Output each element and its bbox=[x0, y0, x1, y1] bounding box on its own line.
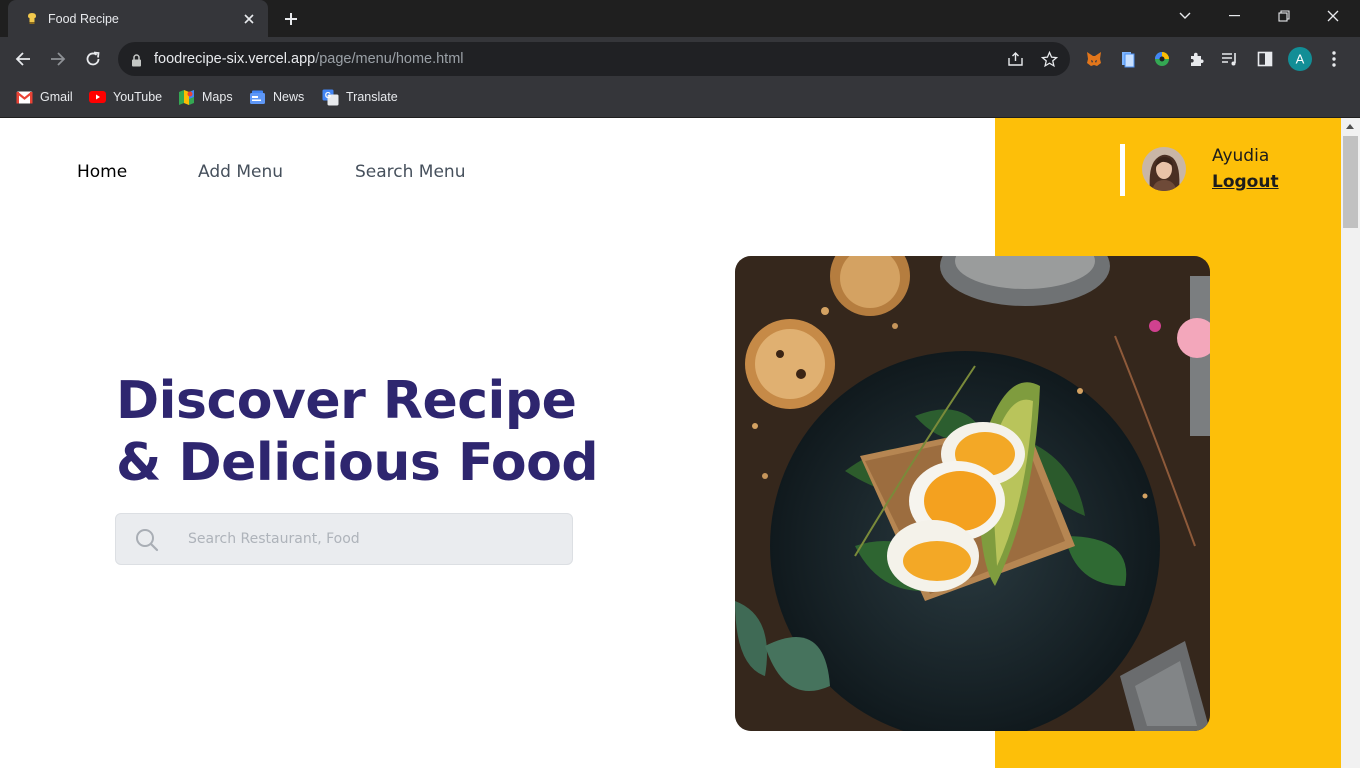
profile-initial: A bbox=[1296, 52, 1305, 67]
url-host: foodrecipe-six.vercel.app bbox=[154, 51, 316, 67]
chrome-menu-kebab-icon[interactable] bbox=[1321, 46, 1347, 72]
browser-tab-strip: Food Recipe bbox=[0, 0, 1360, 37]
gmail-icon bbox=[16, 89, 33, 106]
bookmark-label: Translate bbox=[346, 90, 398, 104]
share-icon[interactable] bbox=[1006, 50, 1024, 68]
search-bar[interactable] bbox=[115, 513, 573, 565]
reload-icon[interactable] bbox=[80, 46, 106, 72]
search-icon bbox=[134, 527, 160, 553]
news-icon bbox=[249, 89, 266, 106]
tab-close-icon[interactable] bbox=[240, 10, 258, 28]
hero-heading-line-1: Discover Recipe bbox=[116, 371, 577, 431]
nav-home[interactable]: Home bbox=[77, 162, 127, 182]
extensions-puzzle-icon[interactable] bbox=[1183, 46, 1209, 72]
tab-search-chevron-icon[interactable] bbox=[1162, 0, 1208, 32]
side-panel-icon[interactable] bbox=[1252, 46, 1278, 72]
close-window-icon[interactable] bbox=[1310, 0, 1356, 32]
lock-icon[interactable] bbox=[131, 52, 142, 71]
bookmarks-bar: Gmail YouTube Maps News G Translate bbox=[0, 81, 1360, 118]
browser-tab[interactable]: Food Recipe bbox=[8, 0, 268, 37]
browser-toolbar: foodrecipe-six.vercel.app/page/menu/home… bbox=[0, 37, 1360, 81]
svg-text:G: G bbox=[325, 91, 331, 100]
translate-icon: G bbox=[322, 89, 339, 106]
page-viewport: Home Add Menu Search Menu Ayudia Logout … bbox=[0, 118, 1360, 768]
document-extension-icon[interactable] bbox=[1115, 46, 1141, 72]
back-arrow-icon[interactable] bbox=[10, 46, 36, 72]
bookmark-star-icon[interactable] bbox=[1040, 50, 1058, 68]
color-extension-icon[interactable] bbox=[1149, 46, 1175, 72]
scroll-up-arrow-icon[interactable] bbox=[1346, 124, 1354, 129]
hero-heading: Discover Recipe & Delicious Food bbox=[116, 370, 599, 494]
address-bar[interactable]: foodrecipe-six.vercel.app/page/menu/home… bbox=[118, 42, 1070, 76]
profile-divider bbox=[1120, 144, 1125, 196]
bookmark-label: YouTube bbox=[113, 90, 163, 104]
minimize-icon[interactable] bbox=[1211, 0, 1257, 32]
user-avatar[interactable] bbox=[1142, 147, 1186, 191]
media-playlist-icon[interactable] bbox=[1217, 46, 1243, 72]
bookmark-gmail[interactable]: Gmail bbox=[16, 81, 73, 113]
youtube-icon bbox=[89, 89, 106, 106]
forward-arrow-icon[interactable] bbox=[45, 46, 71, 72]
new-tab-plus-icon[interactable] bbox=[280, 8, 302, 30]
nav-add-menu[interactable]: Add Menu bbox=[198, 162, 283, 182]
bookmark-translate[interactable]: G Translate bbox=[322, 81, 398, 113]
url-path: /page/menu/home.html bbox=[315, 51, 464, 67]
page-scrollbar[interactable] bbox=[1341, 118, 1360, 768]
bookmark-maps[interactable]: Maps bbox=[178, 81, 233, 113]
bookmark-label: Maps bbox=[202, 90, 233, 104]
user-name: Ayudia bbox=[1212, 146, 1270, 166]
bookmark-label: Gmail bbox=[40, 90, 73, 104]
restore-icon[interactable] bbox=[1261, 0, 1307, 32]
logout-link[interactable]: Logout bbox=[1212, 172, 1279, 192]
profile-avatar[interactable]: A bbox=[1287, 46, 1313, 72]
nav-search-menu[interactable]: Search Menu bbox=[355, 162, 465, 182]
metamask-extension-icon[interactable] bbox=[1081, 46, 1107, 72]
bookmark-youtube[interactable]: YouTube bbox=[89, 81, 162, 113]
hero-heading-line-2: & Delicious Food bbox=[116, 433, 599, 493]
chef-favicon-icon bbox=[24, 11, 40, 27]
bookmark-news[interactable]: News bbox=[249, 81, 304, 113]
scroll-thumb[interactable] bbox=[1343, 136, 1358, 228]
url-text[interactable]: foodrecipe-six.vercel.app/page/menu/home… bbox=[154, 42, 464, 76]
maps-icon bbox=[178, 89, 195, 106]
food-photo bbox=[735, 256, 1210, 731]
search-input[interactable] bbox=[188, 514, 558, 564]
bookmark-label: News bbox=[273, 90, 305, 104]
tab-title: Food Recipe bbox=[48, 11, 119, 26]
